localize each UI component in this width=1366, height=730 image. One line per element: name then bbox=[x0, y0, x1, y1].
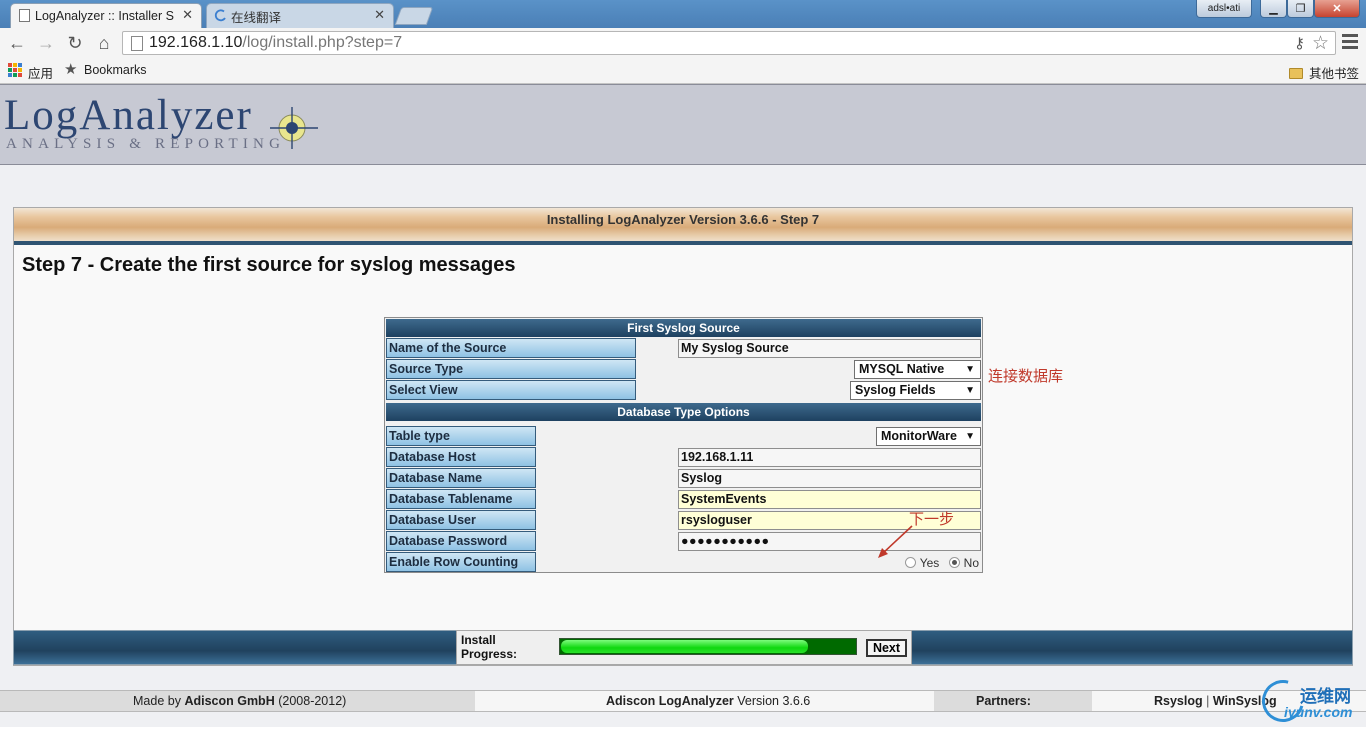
new-tab-button[interactable] bbox=[394, 7, 434, 25]
source-name-input[interactable]: My Syslog Source bbox=[678, 339, 981, 358]
footer-partners-label: Partners: bbox=[976, 694, 1031, 708]
field-label: Database Name bbox=[386, 468, 536, 488]
form-row-db-name: Database Name Syslog bbox=[386, 468, 981, 489]
annotation-connect-db: 连接数据库 bbox=[988, 368, 1064, 385]
form-row-source-type: Source Type MYSQL Native ▼ bbox=[386, 359, 981, 380]
field-label: Source Type bbox=[386, 359, 636, 379]
progress-track bbox=[559, 638, 857, 655]
footer-made-by: Made by Adiscon GmbH (2008-2012) bbox=[133, 694, 347, 708]
field-label: Database Host bbox=[386, 447, 536, 467]
field-label: Database Password bbox=[386, 531, 536, 551]
step-header-bar: Installing LogAnalyzer Version 3.6.6 - S… bbox=[14, 208, 1352, 245]
folder-icon bbox=[1289, 68, 1303, 79]
page-title: Step 7 - Create the first source for sys… bbox=[22, 254, 516, 276]
installer-panel: Installing LogAnalyzer Version 3.6.6 - S… bbox=[13, 207, 1353, 666]
tab-close-icon[interactable]: ✕ bbox=[182, 7, 193, 23]
bookmark-star-icon[interactable]: ☆ bbox=[1312, 32, 1329, 55]
chrome-menu-icon[interactable] bbox=[1342, 34, 1358, 52]
window-user-badge[interactable]: adsl•ati bbox=[1196, 0, 1252, 18]
dropdown-arrow-icon: ▼ bbox=[965, 364, 975, 375]
close-window-button[interactable]: ✕ bbox=[1314, 0, 1360, 18]
other-bookmarks[interactable]: 其他书签 bbox=[1289, 63, 1359, 82]
address-bar[interactable]: 192.168.1.10/log/install.php?step=7 ⚷ ☆ bbox=[122, 31, 1336, 55]
form-row-db-tablename: Database Tablename SystemEvents bbox=[386, 489, 981, 510]
apps-shortcut[interactable]: 应用 bbox=[28, 63, 53, 82]
progress-box: Install Progress: Next bbox=[456, 630, 912, 665]
source-type-select[interactable]: MYSQL Native ▼ bbox=[854, 360, 981, 379]
crosshair-logo-icon bbox=[270, 107, 318, 149]
install-progress-bar: Install Progress: Next bbox=[13, 630, 1353, 665]
field-label: Select View bbox=[386, 380, 636, 400]
forward-arrow-icon[interactable]: → bbox=[35, 32, 57, 54]
adiscon-link[interactable]: Adiscon GmbH bbox=[184, 694, 274, 708]
dropdown-arrow-icon: ▼ bbox=[965, 431, 975, 442]
bookmarks-folder[interactable]: Bookmarks bbox=[84, 63, 147, 77]
loganalyzer-link[interactable]: Adiscon LogAnalyzer bbox=[606, 694, 734, 708]
loganalyzer-header: LogAnalyzer ANALYSIS & REPORTING bbox=[0, 84, 1366, 165]
page-content: LogAnalyzer ANALYSIS & REPORTING Install… bbox=[0, 84, 1366, 727]
annotation-arrow-icon bbox=[878, 525, 913, 558]
db-host-input[interactable]: 192.168.1.11 bbox=[678, 448, 981, 467]
field-label: Name of the Source bbox=[386, 338, 636, 358]
maximize-button[interactable]: ❐ bbox=[1287, 0, 1314, 18]
field-label: Database User bbox=[386, 510, 536, 530]
step-header-text: Installing LogAnalyzer Version 3.6.6 - S… bbox=[546, 212, 820, 227]
radio-no-label: No bbox=[963, 556, 979, 570]
page-footer: Made by Adiscon GmbH (2008-2012) Adiscon… bbox=[0, 690, 1366, 712]
form-row-select-view: Select View Syslog Fields ▼ bbox=[386, 380, 981, 401]
progress-label: Install Progress: bbox=[461, 633, 518, 661]
db-password-input[interactable]: ●●●●●●●●●●● bbox=[678, 532, 981, 551]
home-icon[interactable]: ⌂ bbox=[93, 32, 115, 54]
table-type-select[interactable]: MonitorWare ▼ bbox=[876, 427, 981, 446]
logo-title: LogAnalyzer bbox=[4, 92, 253, 139]
radio-no[interactable] bbox=[948, 557, 960, 568]
loading-spinner-icon bbox=[214, 9, 226, 22]
tab-loganalyzer[interactable]: LogAnalyzer :: Installer S ✕ bbox=[10, 3, 202, 28]
tab-translate[interactable]: 在线翻译 ✕ bbox=[206, 3, 394, 28]
db-tablename-input[interactable]: SystemEvents bbox=[678, 490, 981, 509]
key-icon[interactable]: ⚷ bbox=[1294, 34, 1305, 52]
db-name-input[interactable]: Syslog bbox=[678, 469, 981, 488]
field-label: Database Tablename bbox=[386, 489, 536, 509]
divider bbox=[14, 241, 1352, 245]
form-row-table-type: Table type MonitorWare ▼ bbox=[386, 426, 981, 447]
page-icon bbox=[131, 36, 143, 51]
page-favicon-icon bbox=[19, 9, 30, 22]
select-view-select[interactable]: Syslog Fields ▼ bbox=[850, 381, 981, 400]
logo-subtitle: ANALYSIS & REPORTING bbox=[6, 136, 286, 152]
footer-product: Adiscon LogAnalyzer Version 3.6.6 bbox=[606, 694, 811, 708]
dropdown-arrow-icon: ▼ bbox=[965, 385, 975, 396]
bookmarks-star-icon: ★ bbox=[64, 61, 78, 78]
tab-title: LogAnalyzer :: Installer S bbox=[35, 9, 174, 23]
reload-icon[interactable]: ↻ bbox=[64, 32, 86, 54]
tab-title: 在线翻译 bbox=[231, 10, 282, 25]
section-first-syslog-source: First Syslog Source bbox=[386, 319, 981, 337]
apps-grid-icon[interactable] bbox=[8, 63, 22, 77]
watermark-url: iyunv.com bbox=[1284, 704, 1353, 720]
tab-close-icon[interactable]: ✕ bbox=[374, 7, 385, 23]
browser-titlebar: LogAnalyzer :: Installer S ✕ 在线翻译 ✕ adsl… bbox=[0, 0, 1366, 28]
back-arrow-icon[interactable]: ← bbox=[6, 32, 28, 54]
radio-yes-label: Yes bbox=[919, 556, 940, 570]
field-label: Table type bbox=[386, 426, 536, 446]
progress-fill bbox=[561, 640, 808, 653]
field-label: Enable Row Counting bbox=[386, 552, 536, 572]
minimize-button[interactable]: ▁ bbox=[1260, 0, 1287, 18]
rsyslog-link[interactable]: Rsyslog bbox=[1154, 694, 1203, 708]
url-text[interactable]: 192.168.1.10/log/install.php?step=7 bbox=[149, 34, 402, 52]
footer-partners: Rsyslog | WinSyslog bbox=[1154, 694, 1277, 708]
bookmarks-bar: 应用 ★ Bookmarks 其他书签 bbox=[0, 58, 1366, 84]
form-row-db-host: Database Host 192.168.1.11 bbox=[386, 447, 981, 468]
section-database-type-options: Database Type Options bbox=[386, 403, 981, 421]
form-row-source-name: Name of the Source My Syslog Source bbox=[386, 338, 981, 359]
next-button[interactable]: Next bbox=[866, 639, 907, 657]
